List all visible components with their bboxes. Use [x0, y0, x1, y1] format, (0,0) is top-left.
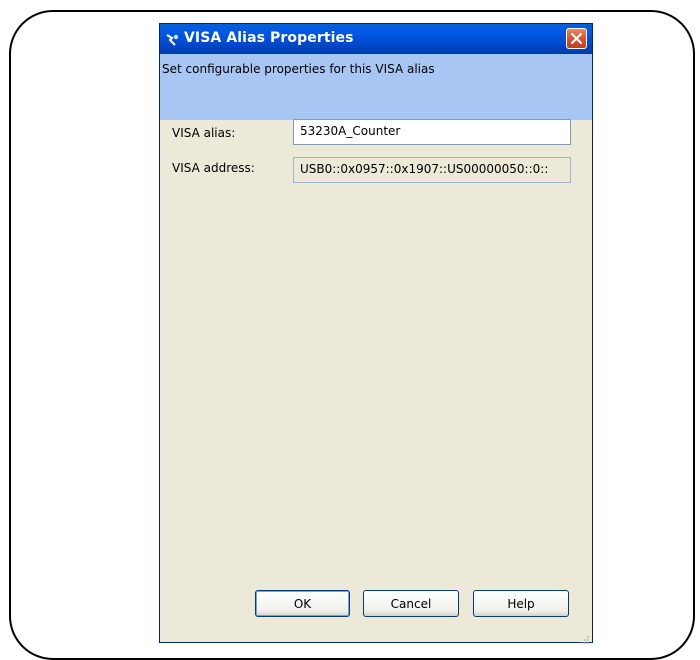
visa-alias-input[interactable]: 53230A_Counter	[293, 119, 571, 145]
visa-address-label: VISA address:	[172, 161, 255, 175]
title-bar[interactable]: VISA Alias Properties	[160, 24, 592, 54]
close-button[interactable]	[566, 28, 587, 49]
dialog-description: Set configurable properties for this VIS…	[162, 62, 435, 76]
header-band: Set configurable properties for this VIS…	[160, 54, 592, 120]
visa-alias-dialog: VISA Alias Properties Set configurable p…	[159, 23, 593, 644]
visa-alias-label: VISA alias:	[172, 126, 236, 140]
window-title: VISA Alias Properties	[184, 30, 354, 46]
ok-button[interactable]: OK	[255, 590, 350, 617]
cancel-button[interactable]: Cancel	[363, 590, 459, 617]
visa-properties-icon	[166, 32, 180, 46]
resize-grip-icon[interactable]	[580, 630, 590, 644]
close-icon	[571, 33, 582, 44]
help-button[interactable]: Help	[473, 590, 569, 617]
visa-address-field: USB0::0x0957::0x1907::US00000050::0::	[293, 157, 571, 183]
